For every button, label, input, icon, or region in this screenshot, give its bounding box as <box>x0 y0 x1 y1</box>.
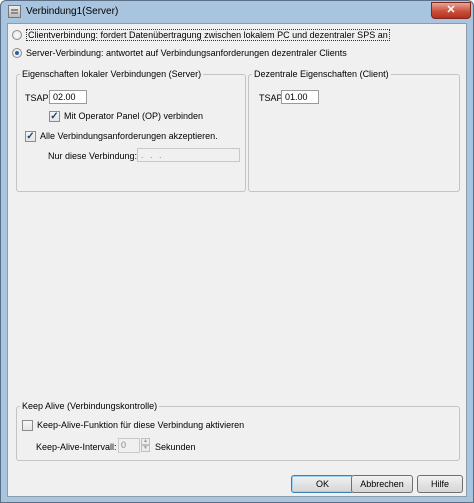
op-panel-label: Mit Operator Panel (OP) verbinden <box>64 111 204 121</box>
keep-alive-legend: Keep Alive (Verbindungskontrolle) <box>22 401 158 411</box>
interval-spinner[interactable]: ▲ ▼ <box>141 438 150 453</box>
server-option-label: Server-Verbindung: antwortet auf Verbind… <box>26 48 347 58</box>
keep-alive-checkbox[interactable] <box>22 419 33 431</box>
op-panel-checkbox[interactable]: ✓ <box>49 110 60 122</box>
app-icon <box>8 5 21 18</box>
op-panel-option[interactable]: ✓ Mit Operator Panel (OP) verbinden <box>49 109 203 123</box>
local-tsap-input[interactable]: 02.00 <box>49 90 87 104</box>
keep-alive-enable-label: Keep-Alive-Funktion für diese Verbindung… <box>37 420 245 430</box>
dialog-content: Clientverbindung: fordert Datenübertragu… <box>7 23 467 497</box>
ok-button[interactable]: OK <box>291 475 354 493</box>
window-title: Verbindung1(Server) <box>26 6 119 17</box>
client-connection-option[interactable]: Clientverbindung: fordert Datenübertragu… <box>12 28 390 42</box>
keep-alive-enable-option[interactable]: Keep-Alive-Funktion für diese Verbindung… <box>22 418 244 432</box>
local-properties-legend: Eigenschaften lokaler Verbindungen (Serv… <box>22 69 202 79</box>
server-radio[interactable] <box>12 48 22 58</box>
server-connection-option[interactable]: Server-Verbindung: antwortet auf Verbind… <box>12 46 347 60</box>
local-tsap-label: TSAP <box>25 93 49 103</box>
close-icon: ✕ <box>446 4 456 16</box>
client-option-label: Clientverbindung: fordert Datenübertragu… <box>26 29 390 41</box>
accept-all-label: Alle Verbindungsanforderungen akzeptiere… <box>40 131 218 141</box>
keep-alive-interval-label: Keep-Alive-Intervall: <box>36 442 117 452</box>
help-button[interactable]: Hilfe <box>417 475 463 493</box>
cancel-button[interactable]: Abbrechen <box>351 475 413 493</box>
remote-tsap-label: TSAP <box>259 93 283 103</box>
spinner-down-icon[interactable]: ▼ <box>141 445 150 452</box>
keep-alive-interval-input[interactable]: 0 <box>118 438 140 453</box>
accept-all-option[interactable]: ✓ Alle Verbindungsanforderungen akzeptie… <box>25 129 218 143</box>
only-this-connection-label: Nur diese Verbindung: <box>48 151 138 161</box>
remote-properties-legend: Dezentrale Eigenschaften (Client) <box>254 69 389 79</box>
spinner-up-icon[interactable]: ▲ <box>141 438 150 445</box>
close-button[interactable]: ✕ <box>431 2 471 19</box>
dialog-window: Verbindung1(Server) ✕ Clientverbindung: … <box>0 0 474 503</box>
remote-tsap-input[interactable]: 01.00 <box>281 90 319 104</box>
title-bar[interactable]: Verbindung1(Server) ✕ <box>1 1 473 23</box>
client-radio[interactable] <box>12 30 22 40</box>
interval-unit-label: Sekunden <box>155 442 196 452</box>
only-this-connection-input[interactable]: . . . <box>137 148 240 162</box>
accept-all-checkbox[interactable]: ✓ <box>25 130 36 142</box>
remote-properties-group: Dezentrale Eigenschaften (Client) <box>248 69 460 192</box>
